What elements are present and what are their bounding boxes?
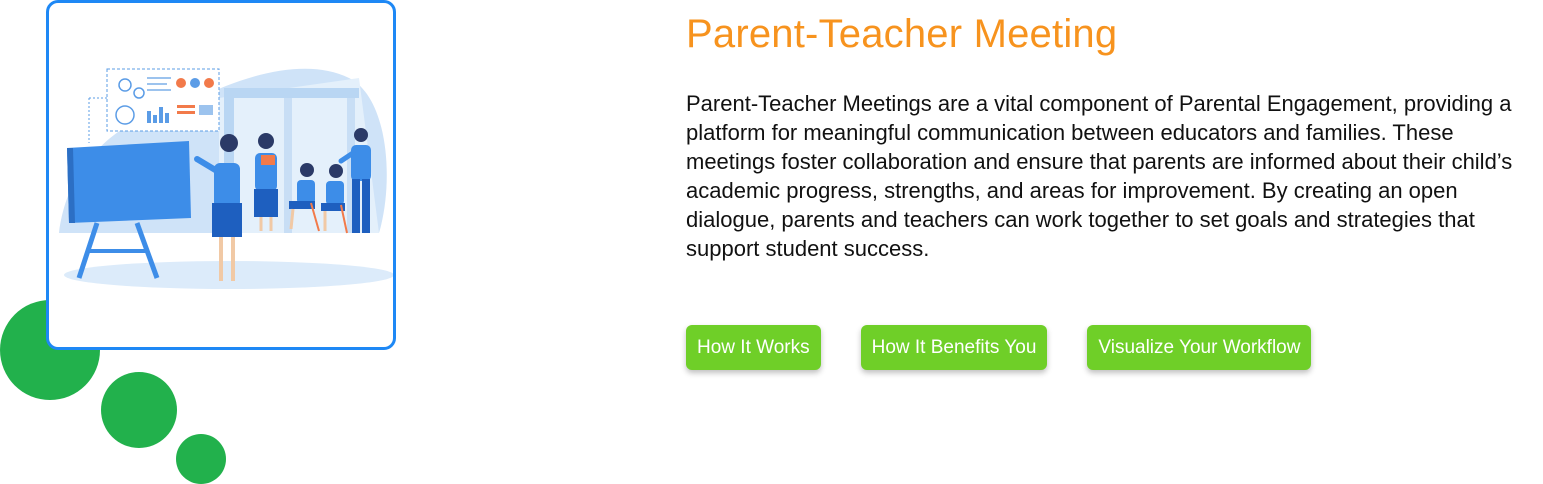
- button-row: How It Works How It Benefits You Visuali…: [686, 325, 1312, 370]
- illustration-card: [46, 0, 396, 350]
- how-it-works-button[interactable]: How It Works: [686, 325, 821, 370]
- parent-teacher-meeting-illustration: [59, 68, 393, 289]
- description-text: Parent-Teacher Meetings are a vital comp…: [686, 91, 1513, 261]
- decor-circle-small: [176, 434, 226, 484]
- page-title: Parent-Teacher Meeting: [686, 12, 1118, 56]
- visualize-your-workflow-button[interactable]: Visualize Your Workflow: [1087, 325, 1312, 370]
- how-it-benefits-you-button[interactable]: How It Benefits You: [860, 325, 1048, 370]
- decor-circle-medium: [101, 372, 177, 448]
